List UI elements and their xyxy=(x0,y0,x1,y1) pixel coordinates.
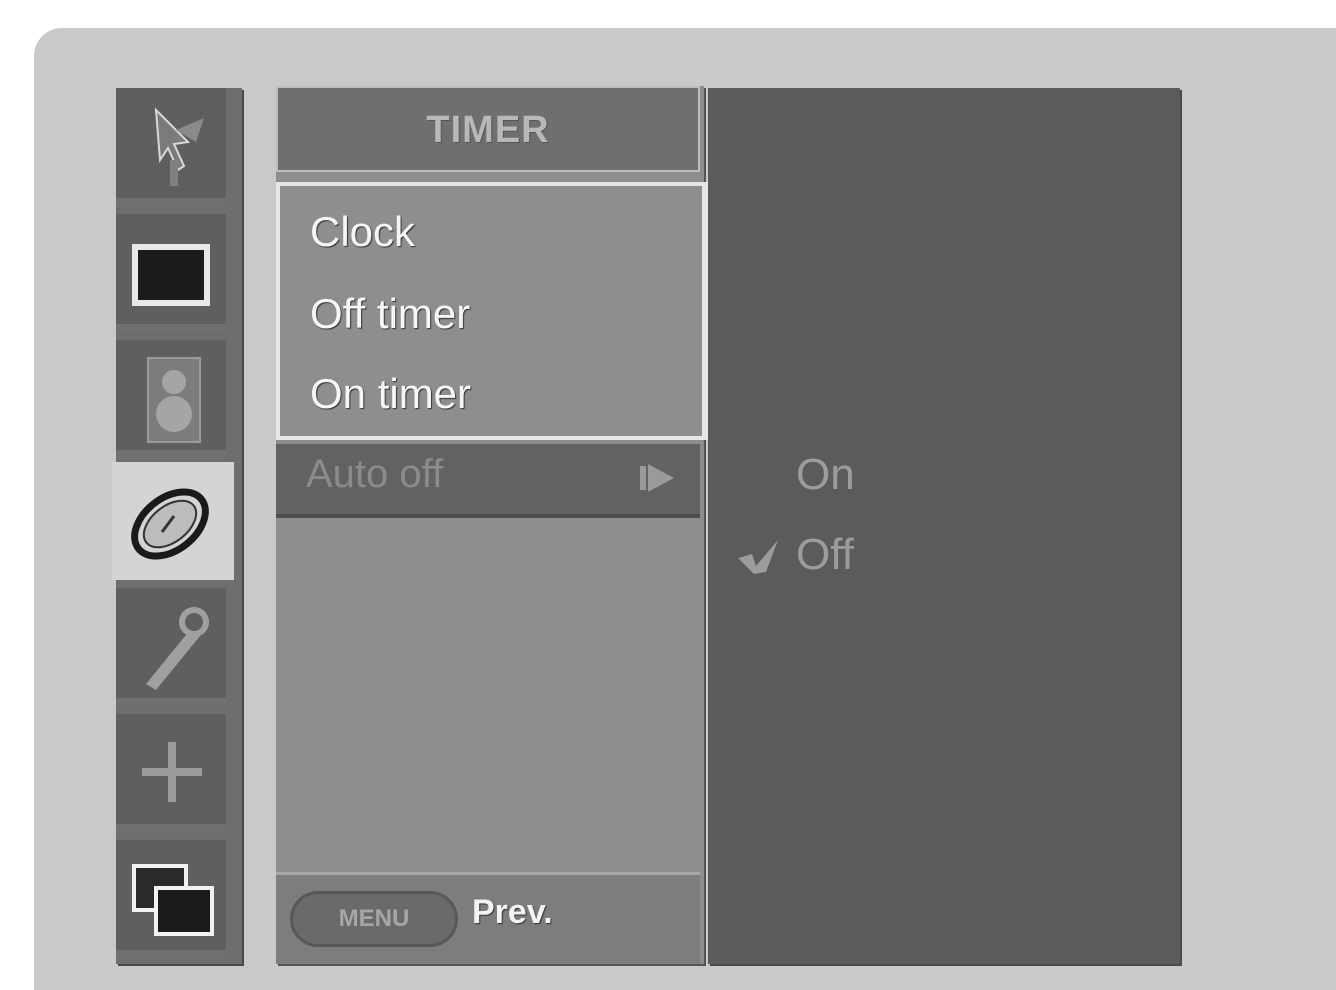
special-icon xyxy=(146,607,209,690)
menu-title: TIMER xyxy=(276,86,700,172)
option-on[interactable]: On xyxy=(796,450,855,500)
arrow-right-icon xyxy=(640,464,674,492)
category-screen[interactable] xyxy=(116,714,226,832)
prev-label: Prev. xyxy=(472,893,553,931)
menu-item-off-timer[interactable]: Off timer xyxy=(310,290,470,338)
sound-icon xyxy=(147,357,201,443)
category-sound[interactable] xyxy=(116,340,226,458)
antenna-icon xyxy=(154,107,204,186)
category-special[interactable] xyxy=(116,588,226,706)
screen-icon xyxy=(142,742,202,802)
picture-icon xyxy=(132,244,210,306)
menu-item-on-timer[interactable]: On timer xyxy=(310,370,471,418)
menu-items-box: Clock Off timer On timer xyxy=(276,182,708,440)
menu-item-auto-off[interactable]: Auto off xyxy=(276,444,700,518)
menu-footer: MENU Prev. xyxy=(276,872,700,964)
timer-menu-panel: TIMER Clock Off timer On timer Auto off … xyxy=(276,86,708,964)
timer-icon xyxy=(131,488,209,560)
menu-item-auto-off-label: Auto off xyxy=(306,452,444,496)
auto-off-submenu: On Off xyxy=(708,88,1180,964)
option-off[interactable]: Off xyxy=(796,530,854,580)
menu-item-clock[interactable]: Clock xyxy=(310,208,415,256)
checkmark-icon xyxy=(738,540,778,574)
category-timer[interactable] xyxy=(112,462,234,580)
tv-screen: TIMER Clock Off timer On timer Auto off … xyxy=(0,0,1336,990)
category-pip[interactable] xyxy=(116,840,226,958)
menu-key-button[interactable]: MENU xyxy=(290,891,458,947)
menu-category-column xyxy=(112,88,242,964)
category-picture[interactable] xyxy=(116,214,226,332)
pip-icon xyxy=(132,864,214,936)
category-station[interactable] xyxy=(116,88,226,206)
